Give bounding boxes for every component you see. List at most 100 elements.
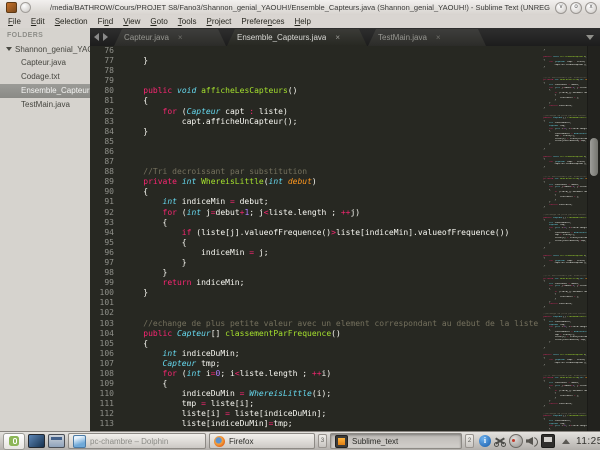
code-text: capt.afficheUnCapteur();	[124, 117, 297, 127]
menu-tools[interactable]: Tools	[173, 17, 202, 26]
tab-testmain.java[interactable]: TestMain.java×	[368, 29, 486, 46]
show-desktop-icon[interactable]	[28, 434, 45, 448]
maximize-button[interactable]: o	[570, 2, 582, 14]
sidebar-item-capteur.java[interactable]: Capteur.java	[0, 56, 90, 70]
tab-close-icon[interactable]: ×	[178, 33, 183, 42]
tab-close-icon[interactable]: ×	[436, 33, 441, 42]
mint-logo-icon	[9, 436, 19, 446]
sidebar-root-folder[interactable]: Shannon_genial_YAOUH!	[0, 42, 90, 56]
minimap[interactable]: } public void afficheLesCapteurs() { for…	[538, 46, 588, 432]
code-text: }	[124, 56, 148, 66]
line-number: 113	[90, 419, 124, 429]
line-number: 94	[90, 228, 124, 238]
taskbar: pc-chambre – DolphinFirefox3Sublime_text…	[0, 431, 600, 450]
tab-ensemble_capteurs.java[interactable]: Ensemble_Capteurs.java×	[227, 29, 367, 46]
line-number: 87	[90, 157, 124, 167]
line-number: 78	[90, 66, 124, 76]
minimap-line: private int WhereisLittle(int debut)	[538, 278, 588, 281]
tab-overflow-icon[interactable]	[586, 35, 594, 40]
close-button[interactable]: x	[585, 2, 597, 14]
task-button-dolphin[interactable]: pc-chambre – Dolphin	[68, 433, 206, 449]
code-text: {	[124, 187, 148, 197]
menu-project[interactable]: Project	[201, 17, 236, 26]
code-line: 103 //echange de plus petite valeur avec…	[90, 319, 538, 329]
sidebar-item-codage.txt[interactable]: Codage.txt	[0, 70, 90, 84]
volume-tray-icon[interactable]	[526, 435, 538, 447]
line-number: 90	[90, 187, 124, 197]
device-tray-icon[interactable]	[541, 434, 555, 448]
taskbar-badge[interactable]: 3	[318, 434, 327, 448]
line-number: 80	[90, 86, 124, 96]
title-bar[interactable]: /media/BATHROW/Cours/PROJET S8/Fano3/Sha…	[0, 0, 600, 16]
code-text: //echange de plus petite valeur avec un …	[124, 319, 538, 329]
folder-view-icon[interactable]	[48, 434, 65, 448]
code-line: 108 for (int i=0; i<liste.length ; ++i)	[90, 369, 538, 379]
code-text: {	[124, 339, 148, 349]
clock[interactable]: 11:25	[576, 436, 600, 447]
code-editor[interactable]: 7677 }787980 public void afficheLesCapte…	[90, 46, 600, 432]
code-line: 109 {	[90, 379, 538, 389]
panel-expand-icon[interactable]	[562, 439, 570, 444]
network-tray-icon[interactable]	[509, 434, 523, 448]
code-text: {	[124, 238, 187, 248]
menu-help[interactable]: Help	[290, 17, 316, 26]
line-number: 91	[90, 197, 124, 207]
line-number: 81	[90, 96, 124, 106]
minimap-line: public Capteur[] classementParFrequence(…	[538, 316, 588, 319]
dolphin-icon	[73, 435, 86, 448]
code-text: {	[124, 379, 167, 389]
code-line: 89 private int WhereisLittle(int debut)	[90, 177, 538, 187]
code-text: }	[124, 268, 167, 278]
code-line: 83 capt.afficheUnCapteur();	[90, 117, 538, 127]
code-text: tmp = liste[i];	[124, 399, 254, 409]
tab-scroll-left-icon[interactable]	[94, 33, 99, 41]
code-line: 112 liste[i] = liste[indiceDuMin];	[90, 409, 538, 419]
folders-header: FOLDERS	[0, 28, 90, 42]
code-text: public void afficheLesCapteurs()	[124, 86, 297, 96]
taskbar-badge[interactable]: 2	[465, 434, 474, 448]
system-tray: i	[479, 434, 555, 448]
task-button-sublime[interactable]: Sublime_text	[330, 433, 462, 449]
sidebar-item-ensemble_capteurs[interactable]: Ensemble_Capteurs	[0, 84, 90, 98]
disclosure-triangle-icon[interactable]	[6, 47, 12, 51]
line-number: 95	[90, 238, 124, 248]
firefox-icon	[214, 436, 225, 447]
menu-preferences[interactable]: Preferences	[236, 17, 289, 26]
line-number: 101	[90, 298, 124, 308]
code-text: }	[124, 288, 148, 298]
line-number: 110	[90, 389, 124, 399]
code-text: indiceDuMin = WhereisLittle(i);	[124, 389, 331, 399]
menu-goto[interactable]: Goto	[145, 17, 172, 26]
code-line: 77 }	[90, 56, 538, 66]
sidebar[interactable]: FOLDERS Shannon_genial_YAOUH! Capteur.ja…	[0, 28, 90, 432]
menu-find[interactable]: Find	[93, 17, 119, 26]
info-tray-icon[interactable]: i	[479, 435, 491, 447]
code-line: 93 {	[90, 218, 538, 228]
code-text: }	[124, 258, 187, 268]
tabs: Capteur.java×Ensemble_Capteurs.java×Test…	[114, 29, 487, 46]
mint-menu-icon[interactable]	[3, 433, 25, 450]
minimize-button[interactable]: v	[555, 2, 567, 14]
code-line: 95 {	[90, 238, 538, 248]
line-number: 92	[90, 208, 124, 218]
menu-selection[interactable]: Selection	[50, 17, 93, 26]
task-button-firefox[interactable]: Firefox	[209, 433, 315, 449]
menu-file[interactable]: File	[3, 17, 26, 26]
scrollbar-thumb[interactable]	[590, 138, 598, 176]
code-line: 101	[90, 298, 538, 308]
menu-view[interactable]: View	[118, 17, 145, 26]
sidebar-item-testmain.java[interactable]: TestMain.java	[0, 98, 90, 112]
code-text: private int WhereisLittle(int debut)	[124, 177, 317, 187]
scissors-tray-icon[interactable]	[494, 435, 506, 447]
tab-scroll-right-icon[interactable]	[103, 33, 108, 41]
menu-edit[interactable]: Edit	[26, 17, 50, 26]
tab-capteur.java[interactable]: Capteur.java×	[114, 29, 226, 46]
tab-close-icon[interactable]: ×	[335, 33, 340, 42]
vertical-scrollbar[interactable]	[587, 46, 600, 432]
window-shade-button[interactable]	[20, 2, 31, 13]
code-line: 82 for (Capteur capt : liste)	[90, 107, 538, 117]
line-number: 82	[90, 107, 124, 117]
code-text: for (Capteur capt : liste)	[124, 107, 288, 117]
code-text: //Tri decroissant par substitution	[124, 167, 307, 177]
code-line: 80 public void afficheLesCapteurs()	[90, 86, 538, 96]
